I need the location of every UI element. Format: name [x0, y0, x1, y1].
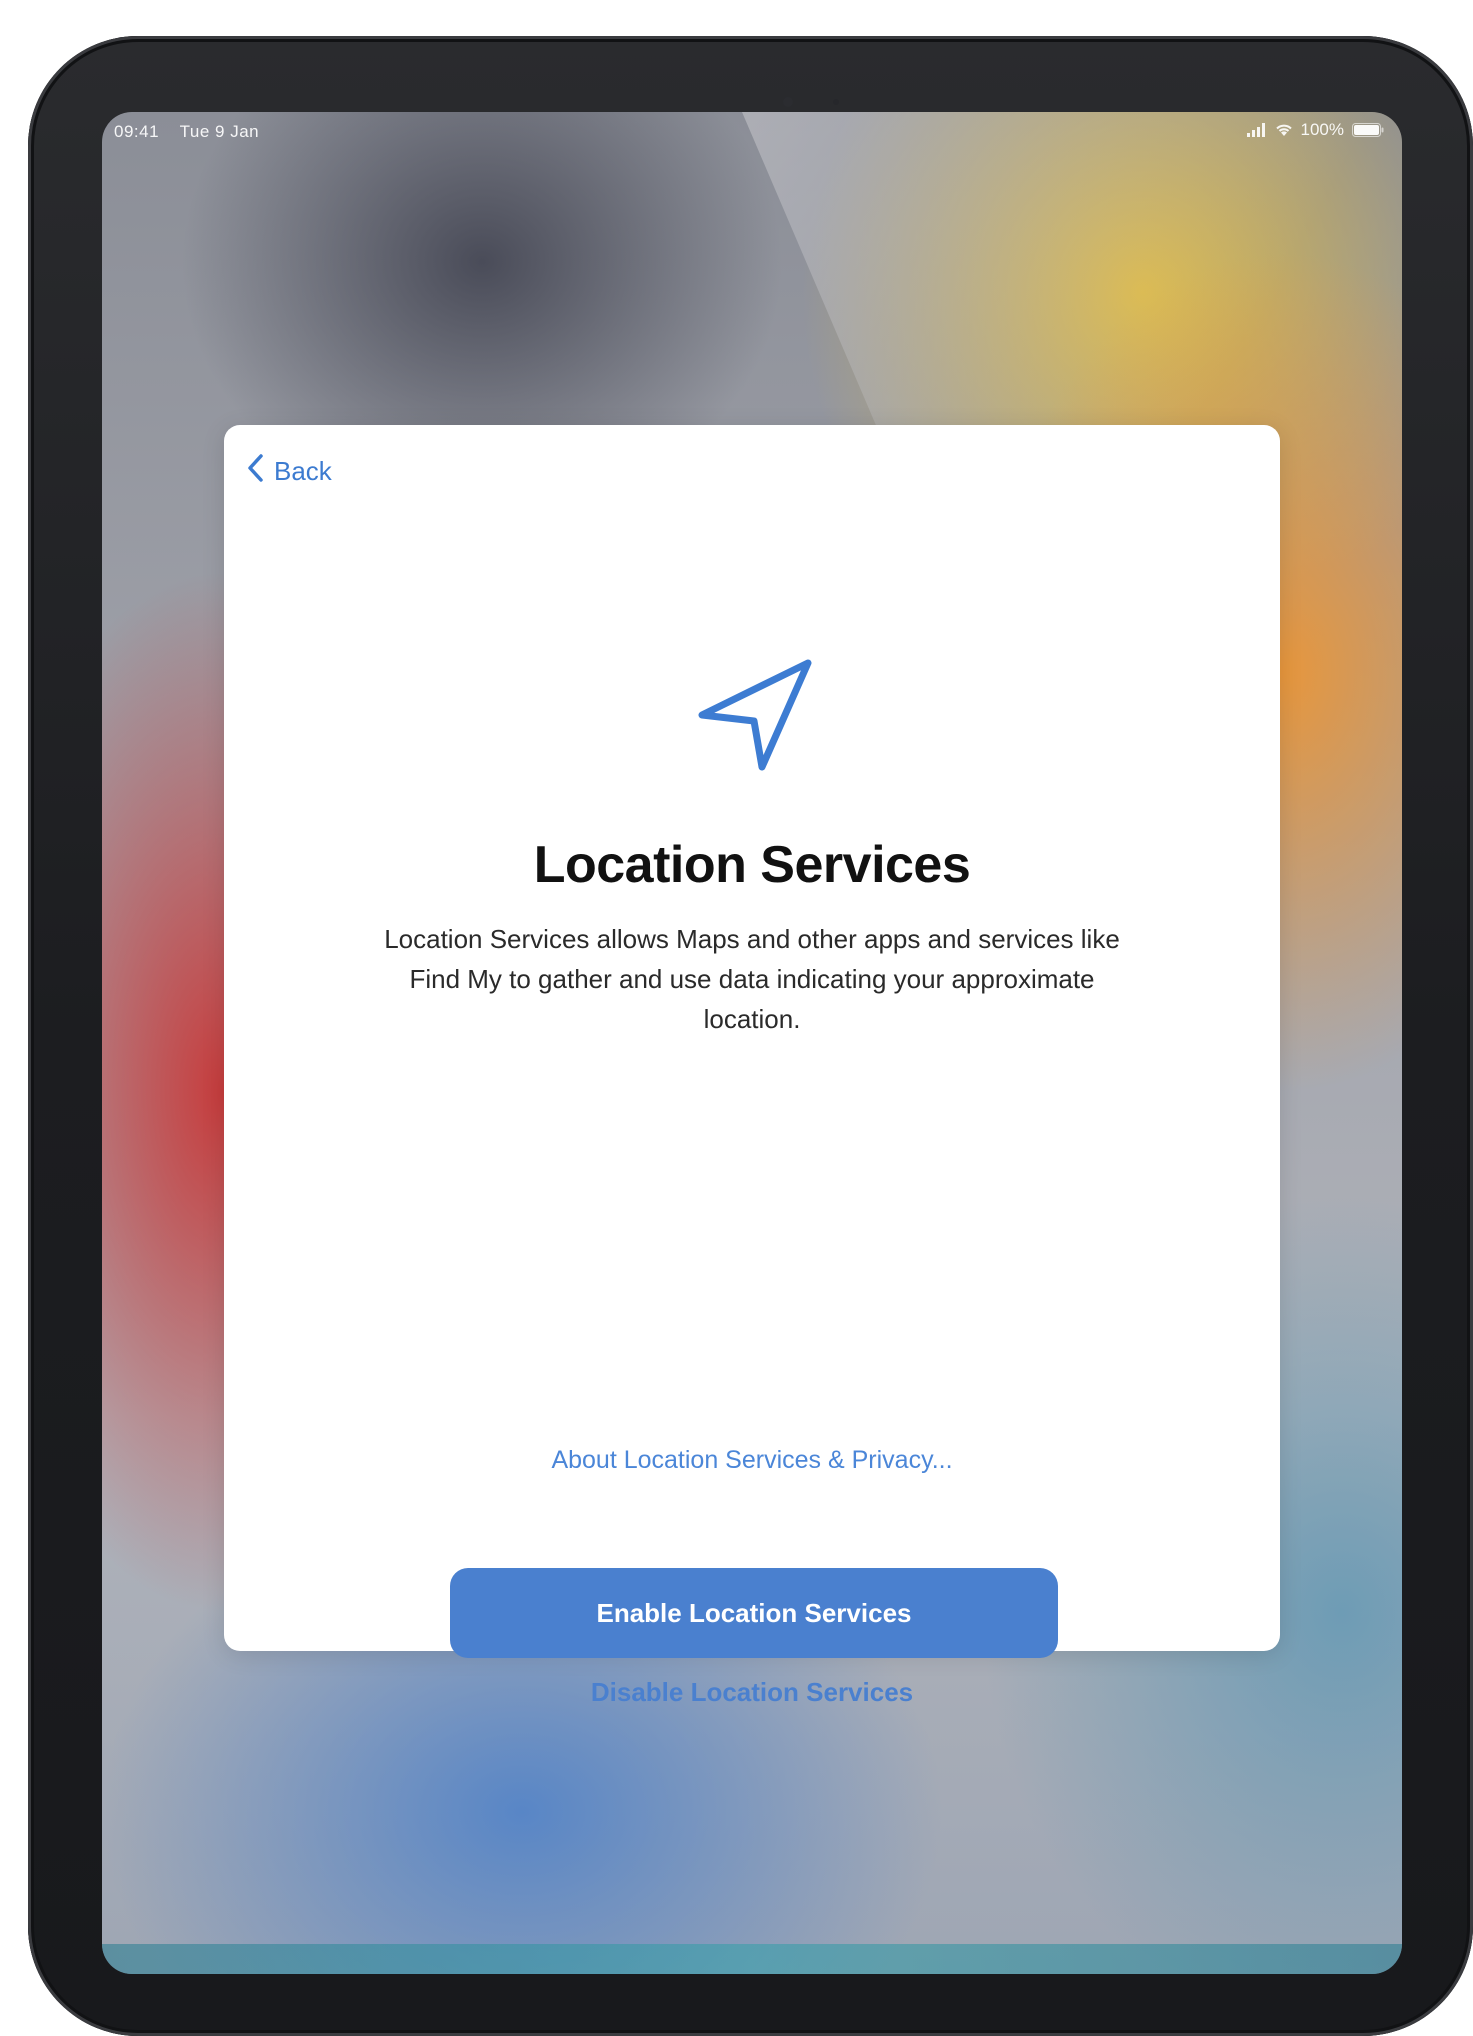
disable-location-services-button[interactable]: Disable Location Services [224, 1677, 1280, 1708]
wallpaper-highlight [742, 112, 1402, 472]
status-time-date: 09:41 Tue 9 Jan [114, 122, 259, 142]
battery-percent: 100% [1300, 120, 1344, 139]
status-time: 09:41 [114, 122, 160, 141]
chevron-left-icon [246, 453, 264, 490]
camera-sensor [833, 99, 839, 105]
enable-location-services-button[interactable]: Enable Location Services [450, 1568, 1058, 1658]
status-date: Tue 9 Jan [179, 122, 260, 141]
location-services-sheet: Back Location Services Location Services… [224, 425, 1280, 1707]
back-label: Back [274, 456, 332, 486]
signal-icon [1246, 123, 1267, 137]
wifi-icon [1275, 123, 1293, 137]
page-title: Location Services [533, 836, 971, 894]
front-camera [783, 97, 793, 107]
page-description: Location Services allows Maps and other … [384, 924, 1120, 1034]
about-privacy-link[interactable]: About Location Services & Privacy... [224, 1446, 1280, 1475]
status-indicators: 100% [1246, 120, 1384, 140]
battery-icon [1352, 123, 1384, 137]
location-arrow-icon [692, 645, 822, 785]
status-bar: 09:41 Tue 9 Jan 100% [102, 112, 1402, 152]
ipad-screen: 09:41 Tue 9 Jan 100% Back Location Servi… [102, 112, 1402, 1974]
back-button[interactable]: Back [246, 453, 332, 490]
